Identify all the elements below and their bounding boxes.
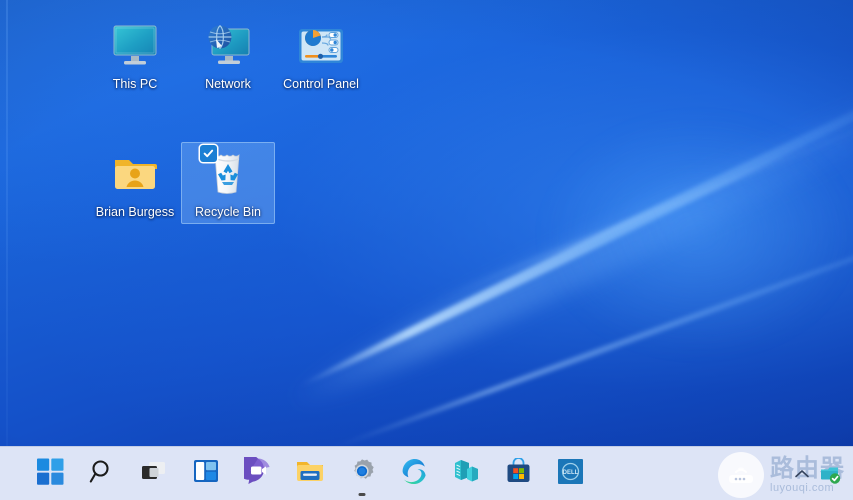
running-indicator (359, 493, 366, 496)
taskbar-button-edge[interactable] (394, 454, 434, 494)
chevron-up-icon[interactable] (794, 468, 810, 480)
desktop-icon-label: Recycle Bin (195, 205, 261, 220)
taskbar-button-chat[interactable] (238, 454, 278, 494)
desktop-icon-label: Control Panel (283, 77, 359, 92)
desktop-icon-network[interactable]: Network (181, 14, 275, 96)
taskbar-button-settings[interactable] (342, 454, 382, 494)
server-stack-icon (452, 458, 480, 489)
desktop-icon-label: Network (205, 77, 251, 92)
router-icon (718, 452, 764, 498)
store-bag-icon (505, 458, 532, 490)
taskbar-button-servers[interactable] (446, 454, 486, 494)
system-tray (794, 463, 853, 485)
taskbar-button-task-view[interactable] (134, 454, 174, 494)
desktop-icon-this-pc[interactable]: This PC (88, 14, 182, 96)
dell-icon: DELL (557, 458, 584, 490)
taskbar-button-group: DELL (0, 454, 590, 494)
desktop-icon-label: This PC (113, 77, 157, 92)
taskbar-button-file-explorer[interactable] (290, 454, 330, 494)
edge-icon (400, 457, 428, 490)
svg-text:DELL: DELL (562, 470, 578, 476)
widgets-icon (193, 458, 219, 489)
desktop-icon-recycle-bin[interactable]: Recycle Bin (181, 142, 275, 224)
user-folder-icon (109, 148, 161, 200)
taskbar-button-dell[interactable]: DELL (550, 454, 590, 494)
monitor-icon (109, 20, 161, 72)
desktop-icon-control-panel[interactable]: Control Panel (274, 14, 368, 96)
desktop-icon-label: Brian Burgess (96, 205, 175, 220)
taskbar-button-widgets[interactable] (186, 454, 226, 494)
windows-logo-icon (37, 458, 64, 490)
network-globe-icon (202, 20, 254, 72)
desktop-icon-layer: This PC (0, 0, 853, 500)
task-view-icon (140, 459, 168, 488)
desktop-screen: This PC (0, 0, 853, 500)
recycle-bin-icon (202, 148, 254, 200)
control-panel-icon (295, 20, 347, 72)
chat-video-icon (244, 457, 272, 490)
gear-icon (348, 457, 376, 490)
check-badge-icon (200, 145, 217, 162)
taskbar-button-search[interactable] (82, 454, 122, 494)
taskbar-button-start[interactable] (30, 454, 70, 494)
search-icon (89, 458, 116, 490)
folder-icon (296, 459, 324, 489)
sync-badge-icon[interactable] (819, 463, 841, 485)
desktop-icon-brian-burgess[interactable]: Brian Burgess (88, 142, 182, 224)
taskbar-button-store[interactable] (498, 454, 538, 494)
taskbar: DELL (0, 446, 853, 500)
